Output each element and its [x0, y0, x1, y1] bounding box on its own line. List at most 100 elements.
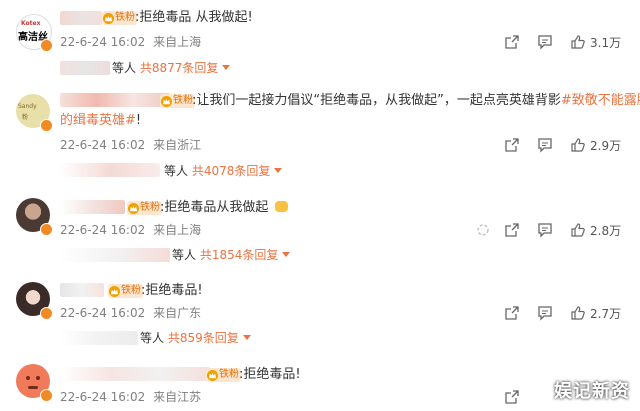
share-button[interactable] — [504, 303, 520, 323]
reply-button[interactable] — [537, 303, 553, 323]
loading-icon — [477, 224, 489, 236]
like-button[interactable]: 2.7万 — [570, 303, 621, 323]
crown-icon — [109, 285, 120, 297]
share-button[interactable] — [504, 387, 520, 407]
blurred-username — [60, 93, 170, 107]
like-button[interactable]: 3.1万 — [570, 32, 621, 52]
reply-summary[interactable]: 等人 共8877条回复 — [112, 60, 231, 76]
thumbs-up-icon — [571, 306, 585, 320]
blurred-username — [60, 283, 104, 297]
comment-item-3: 铁粉 :拒绝毒品从我做起 22-6-24 16:02 来自上海 2.8万 等人 … — [0, 190, 640, 270]
verified-icon — [40, 307, 53, 320]
chevron-down-icon — [222, 65, 231, 70]
comment-location: 来自广东 — [153, 306, 202, 320]
thumbs-up-icon — [571, 35, 585, 49]
like-count: 2.9万 — [590, 138, 622, 153]
blurred-username — [60, 200, 125, 214]
like-button[interactable]: 2.9万 — [570, 135, 621, 155]
comment-text-line2: 的缉毒英雄#! — [60, 113, 142, 128]
watermark: 娱记新资 — [554, 381, 630, 402]
chevron-down-icon — [282, 252, 291, 257]
fan-badge: 铁粉 — [108, 284, 143, 298]
share-button[interactable] — [504, 135, 520, 155]
comment-date: 22-6-24 16:02 — [60, 306, 146, 320]
verified-icon — [40, 389, 53, 402]
comment-meta: 22-6-24 16:02 来自上海 — [60, 34, 201, 50]
comment-meta: 22-6-24 16:02 来自上海 — [60, 222, 201, 238]
share-icon — [505, 306, 519, 320]
reply-count-link[interactable]: 共4078条回复 — [192, 164, 271, 178]
comment-item-1: Kotex 高洁丝 铁粉 :拒绝毒品 从我做起! 22-6-24 16:02 来… — [0, 0, 640, 80]
fan-badge: 铁粉 — [102, 11, 137, 25]
blurred-reply-users — [60, 331, 138, 345]
fan-badge: 铁粉 — [206, 368, 241, 382]
share-button[interactable] — [504, 220, 520, 240]
comment-location: 来自上海 — [153, 223, 202, 237]
blurred-username — [60, 11, 102, 25]
angry-face-icon — [26, 376, 30, 380]
comment-actions: 2.7万 — [500, 303, 640, 323]
reply-summary[interactable]: 等人 共1854条回复 — [172, 247, 291, 263]
fist-emoji-icon — [274, 201, 288, 212]
comment-location: 来自上海 — [153, 35, 202, 49]
blurred-reply-users — [60, 61, 110, 75]
share-icon — [505, 35, 519, 49]
crown-icon — [103, 12, 114, 24]
comment-meta: 22-6-24 16:02 来自浙江 — [60, 137, 201, 153]
like-count: 2.8万 — [590, 223, 622, 238]
reply-count-link[interactable]: 共1854条回复 — [200, 248, 279, 262]
comment-text: :拒绝毒品 从我做起! — [135, 10, 253, 25]
verified-icon — [40, 119, 53, 132]
share-icon — [505, 138, 519, 152]
crown-icon — [207, 369, 218, 381]
comment-icon — [538, 138, 552, 153]
blurred-reply-users — [60, 163, 160, 177]
share-button[interactable] — [504, 32, 520, 52]
comment-date: 22-6-24 16:02 — [60, 35, 146, 49]
share-icon — [505, 223, 519, 237]
comment-text: :让我们一起接力倡议“拒绝毒品，从我做起”，一起点亮英雄背影#致敬不能露脸 — [192, 92, 640, 110]
comment-meta: 22-6-24 16:02 来自广东 — [60, 305, 201, 321]
reply-button[interactable] — [537, 220, 553, 240]
comment-icon — [538, 306, 552, 321]
comment-item-2: Sandy 粉 铁粉 :让我们一起接力倡议“拒绝毒品，从我做起”，一起点亮英雄背… — [0, 88, 640, 188]
thumbs-up-icon — [571, 223, 585, 237]
chevron-down-icon — [274, 168, 283, 173]
like-count: 3.1万 — [590, 35, 622, 50]
reply-button[interactable] — [537, 32, 553, 52]
crown-icon — [161, 95, 172, 107]
comment-text: :拒绝毒品从我做起 — [160, 199, 288, 217]
comment-icon — [538, 223, 552, 238]
reply-summary[interactable]: 等人 共859条回复 — [140, 330, 251, 346]
blurred-reply-users — [60, 248, 170, 262]
comment-location: 来自江苏 — [153, 390, 202, 404]
comment-location: 来自浙江 — [153, 138, 202, 152]
crown-icon — [128, 202, 139, 214]
reply-summary[interactable]: 等人 共4078条回复 — [164, 163, 283, 179]
thumbs-up-icon — [571, 138, 585, 152]
comment-date: 22-6-24 16:02 — [60, 138, 146, 152]
comment-item-4: 铁粉 :拒绝毒品! 22-6-24 16:02 来自广东 2.7万 等人 共85… — [0, 272, 640, 352]
chevron-down-icon — [242, 335, 251, 340]
fan-badge: 铁粉 — [127, 201, 162, 215]
verified-icon — [40, 223, 53, 236]
comment-text: :拒绝毒品! — [239, 367, 301, 382]
comment-actions: 2.9万 — [500, 135, 640, 155]
like-button[interactable]: 2.8万 — [570, 220, 621, 240]
more-button[interactable] — [475, 220, 491, 240]
reply-button[interactable] — [537, 135, 553, 155]
comment-item-5: 铁粉 :拒绝毒品! 22-6-24 16:02 来自江苏 — [0, 358, 640, 411]
hashtag-link[interactable]: #致敬不能露脸 — [561, 93, 640, 108]
comment-icon — [538, 35, 552, 50]
comment-date: 22-6-24 16:02 — [60, 390, 146, 404]
comment-text: :拒绝毒品! — [141, 283, 203, 298]
comment-actions: 2.8万 — [477, 220, 640, 240]
reply-count-link[interactable]: 共859条回复 — [168, 331, 239, 345]
comment-meta: 22-6-24 16:02 来自江苏 — [60, 389, 201, 405]
blurred-username — [60, 367, 210, 381]
share-icon — [505, 390, 519, 404]
reply-count-link[interactable]: 共8877条回复 — [140, 61, 219, 75]
hashtag-link[interactable]: 的缉毒英雄# — [60, 113, 136, 128]
comment-actions: 3.1万 — [500, 32, 640, 52]
fan-badge: 铁粉 — [160, 94, 195, 108]
